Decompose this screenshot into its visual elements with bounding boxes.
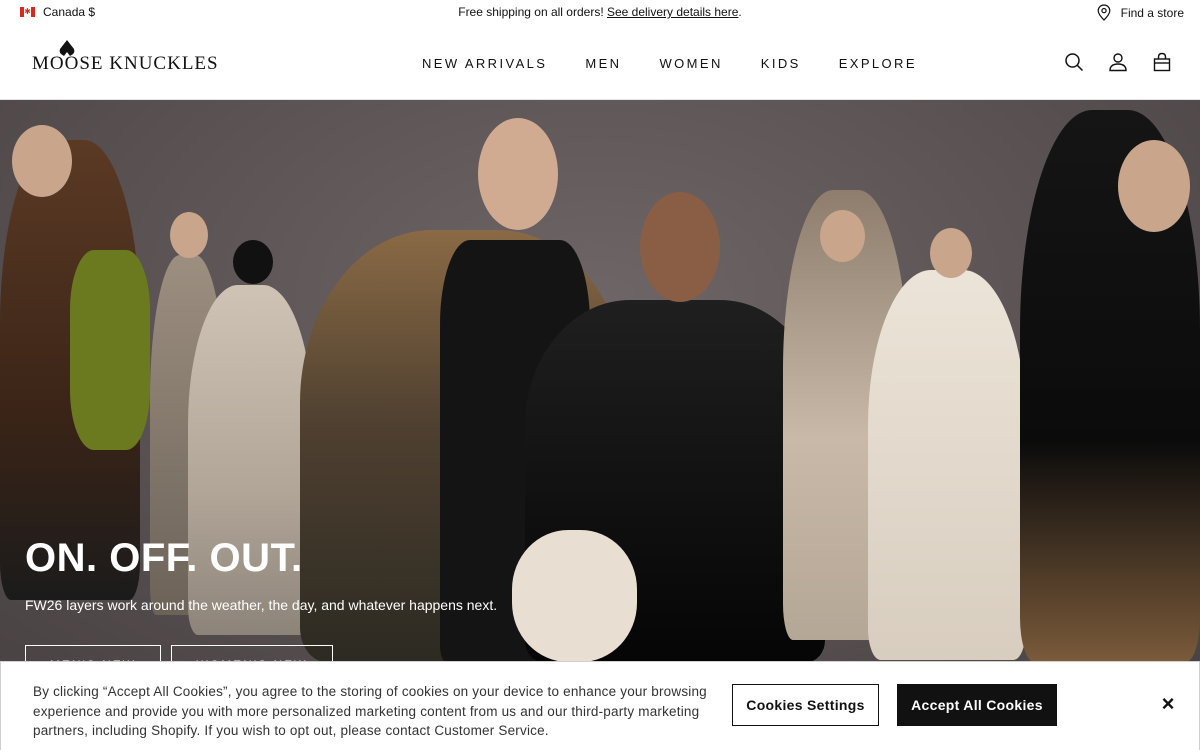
model-head [170,212,208,258]
header-actions [1064,52,1172,72]
model-head [12,125,72,197]
shipping-promo: Free shipping on all orders! See deliver… [0,5,1200,19]
model-head [478,118,558,230]
accept-cookies-button[interactable]: Accept All Cookies [897,684,1057,726]
model-head [820,210,865,262]
cookie-banner: By clicking “Accept All Cookies”, you ag… [0,661,1200,750]
account-icon[interactable] [1108,52,1128,72]
promo-text: Free shipping on all orders! [458,5,607,19]
promo-end: . [738,5,742,19]
model-head [1118,140,1190,232]
shop-women-button[interactable]: WOMEN'S NEW [171,645,333,662]
close-icon[interactable]: × [1159,693,1177,715]
shop-men-button[interactable]: MEN'S NEW [25,645,161,662]
model-figure [868,270,1026,660]
find-store-link[interactable]: Find a store [1097,4,1184,21]
location-pin-icon [1097,4,1111,21]
main-nav: NEW ARRIVALS MEN WOMEN KIDS EXPLORE [422,56,955,71]
nav-men[interactable]: MEN [585,56,621,71]
bag-icon[interactable] [1152,52,1172,72]
cookie-message: By clicking “Accept All Cookies”, you ag… [33,684,707,738]
model-figure [512,530,637,662]
logo-wordmark: MOOSE KNUCKLES [32,53,219,74]
model-head [233,240,273,284]
find-store-label: Find a store [1120,5,1184,20]
hero-title: ON. OFF. OUT. [25,536,303,580]
nav-new-arrivals[interactable]: NEW ARRIVALS [422,56,547,71]
nav-women[interactable]: WOMEN [659,56,722,71]
cookies-settings-button[interactable]: Cookies Settings [732,684,879,726]
hero-banner[interactable]: ON. OFF. OUT. FW26 layers work around th… [0,100,1200,662]
nav-kids[interactable]: KIDS [761,56,801,71]
utility-bar: ✱ Canada $ Free shipping on all orders! … [0,0,1200,26]
search-icon[interactable] [1064,52,1084,72]
delivery-details-link[interactable]: See delivery details here [607,5,738,19]
model-figure [188,285,313,635]
model-head [930,228,972,278]
model-head [640,192,720,302]
site-header: MOOSE KNUCKLES NEW ARRIVALS MEN WOMEN KI… [0,26,1200,100]
hero-subtitle: FW26 layers work around the weather, the… [25,597,498,613]
brand-logo[interactable]: MOOSE KNUCKLES [32,40,232,74]
model-figure [70,250,150,450]
nav-explore[interactable]: EXPLORE [839,56,917,71]
